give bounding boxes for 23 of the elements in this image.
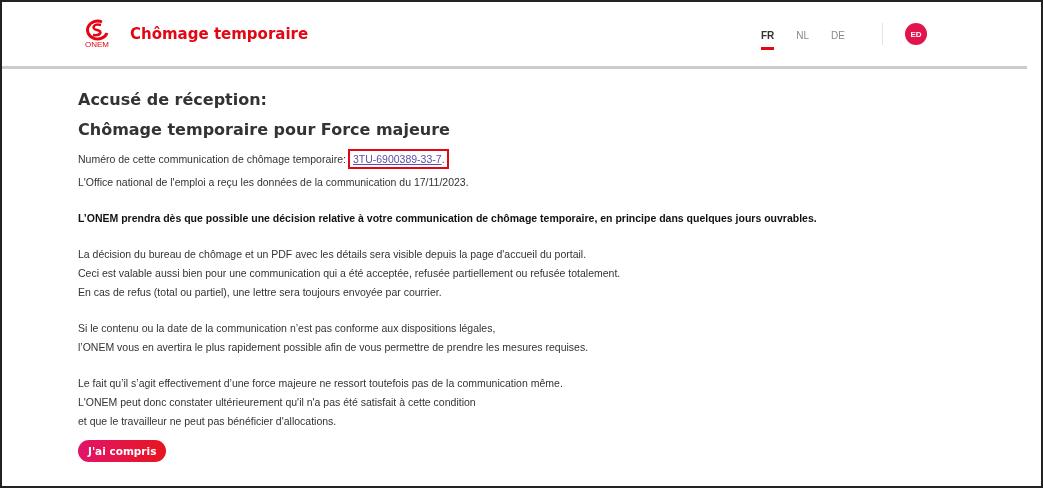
info-text: Ceci est valable aussi bien pour une communication qui a été acceptée, refusée partiellement ou refusée totalement. — [78, 266, 622, 281]
info-text: Le fait qu’il s’agit effectivement d’une force majeure ne ressort toutefois pas de la communication même. — [78, 376, 564, 391]
info-text: Si le contenu ou la date de la communication n’est pas conforme aux dispositions légales, — [78, 321, 497, 336]
reference-link[interactable]: 3TU-6900389-33-7 — [352, 153, 442, 165]
page-title: Chômage temporaire pour Force majeure — [78, 119, 451, 141]
received-text: L'Office national de l'emploi a reçu les données de la communication du 17/11/2023. — [78, 175, 470, 190]
app-title: Chômage temporaire — [130, 25, 309, 43]
page-title: Accusé de réception: — [78, 89, 268, 111]
language-tab[interactable]: FR — [760, 24, 775, 50]
user-avatar[interactable]: ED — [905, 23, 927, 45]
logo-icon — [83, 19, 111, 41]
info-text: L'ONEM peut donc constater ultérieurement qu'il n'a pas été satisfait à cette condition — [78, 395, 477, 410]
info-text: En cas de refus (total ou partiel), une lettre sera toujours envoyée par courrier. — [78, 285, 443, 300]
understood-button[interactable]: J'ai compris — [78, 440, 167, 462]
info-text: et que le travailleur ne peut pas bénéficier d'allocations. — [78, 414, 338, 429]
language-tab[interactable]: DE — [831, 24, 845, 50]
info-text: La décision du bureau de chômage et un PDF avec les détails sera visible depuis la page d'accueil du portail. — [78, 247, 588, 262]
logo-text: ONEM — [85, 41, 109, 49]
notice-text: L’ONEM prendra dès que possible une décision relative à votre communication de chômage temporaire, en principe dans quelques jours ouvrables. — [78, 211, 818, 226]
period-text: . — [441, 153, 445, 165]
language-tab[interactable]: NL — [796, 24, 810, 50]
info-text: l’ONEM vous en avertira le plus rapidement possible afin de vous permettre de prendre les mesures requises. — [78, 340, 590, 355]
reference-label: Numéro de cette communication de chômage temporaire: — [78, 153, 346, 165]
